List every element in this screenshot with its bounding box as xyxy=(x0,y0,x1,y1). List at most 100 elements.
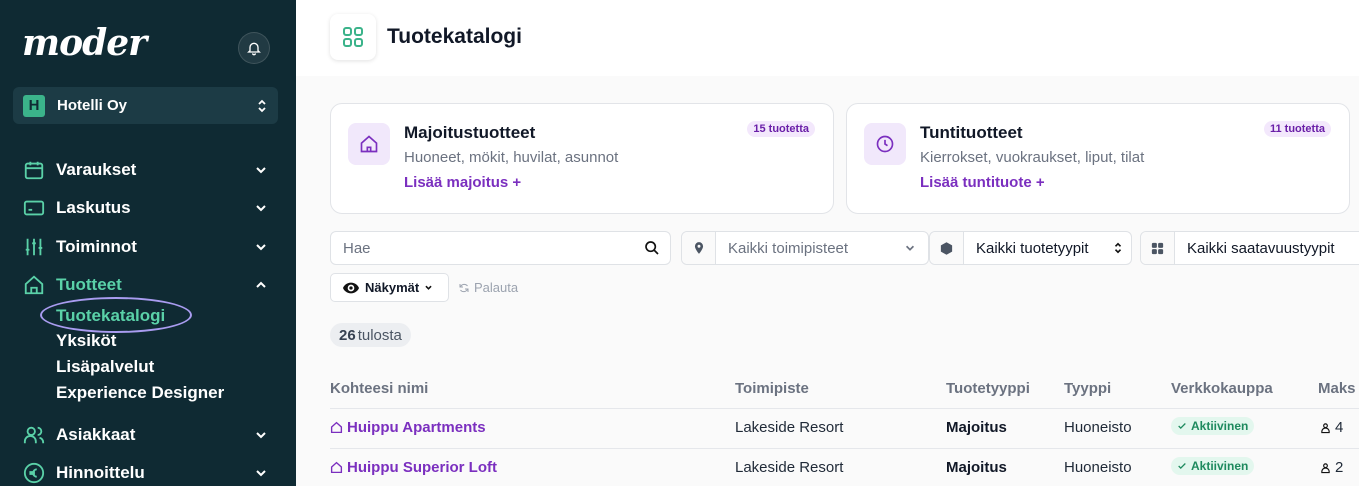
row-location: Lakeside Resort xyxy=(735,419,844,436)
page-header: Tuotekatalogi xyxy=(296,0,1359,76)
person-icon xyxy=(1321,422,1330,433)
chevron-down-icon xyxy=(256,432,266,439)
organization-name: Hotelli Oy xyxy=(57,97,128,114)
sidebar: moder H Hotelli Oy Varaukset Laskutus To… xyxy=(0,0,296,486)
home-icon xyxy=(22,273,46,297)
table-row-name-link[interactable]: Huippu Superior Loft xyxy=(330,459,497,476)
search-icon xyxy=(645,241,659,255)
column-header-location[interactable]: Toimipiste xyxy=(735,380,809,397)
cube-icon xyxy=(930,232,964,264)
chevron-down-icon xyxy=(256,167,266,174)
sidebar-item-asiakkaat[interactable]: Asiakkaat xyxy=(22,422,272,448)
availability-select-value: Kaikki saatavuustyypit xyxy=(1187,239,1335,257)
table-divider xyxy=(330,408,1359,409)
product-count-badge: 15 tuotetta xyxy=(747,121,815,137)
person-icon xyxy=(1321,462,1330,473)
grid-icon xyxy=(1141,232,1175,264)
chevron-down-icon xyxy=(425,285,432,290)
check-icon xyxy=(1178,423,1186,429)
sidebar-item-label: Asiakkaat xyxy=(56,425,136,444)
status-badge: Aktiivinen xyxy=(1171,457,1255,475)
row-product-type: Majoitus xyxy=(946,419,1007,436)
bell-icon xyxy=(247,42,261,56)
hourly-products-card[interactable]: Tuntituotteet Kierrokset, vuokraukset, l… xyxy=(846,103,1350,214)
organization-switcher[interactable]: H Hotelli Oy xyxy=(13,87,278,124)
column-header-product-type[interactable]: Tuotetyyppi xyxy=(946,380,1030,397)
product-type-select-value: Kaikki tuotetyypit xyxy=(976,239,1089,257)
add-accommodation-link[interactable]: Lisää majoitus + xyxy=(404,174,521,191)
row-type: Huoneisto xyxy=(1064,459,1132,476)
capacity-value: 2 xyxy=(1335,459,1344,476)
sidebar-item-toiminnot[interactable]: Toiminnot xyxy=(22,234,272,260)
euro-icon xyxy=(22,461,46,485)
home-icon xyxy=(330,461,343,474)
clock-icon xyxy=(864,123,906,165)
results-count: 26 xyxy=(339,326,356,344)
availability-select[interactable]: Kaikki saatavuustyypit xyxy=(1140,231,1359,265)
search-placeholder: Hae xyxy=(343,239,371,257)
search-input[interactable]: Hae xyxy=(330,231,671,265)
chevron-down-icon xyxy=(905,245,915,251)
moder-logo[interactable]: moder xyxy=(22,22,147,64)
sidebar-item-laskutus[interactable]: Laskutus xyxy=(22,195,272,221)
status-badge: Aktiivinen xyxy=(1171,417,1255,435)
reset-button[interactable]: Palauta xyxy=(458,280,518,295)
status-label: Aktiivinen xyxy=(1191,459,1249,473)
sidebar-subitem-lisapalvelut[interactable]: Lisäpalvelut xyxy=(56,355,154,379)
table-row-name-link[interactable]: Huippu Apartments xyxy=(330,419,486,436)
product-count-badge: 11 tuotetta xyxy=(1263,121,1331,137)
chevron-down-icon xyxy=(256,205,266,212)
column-header-webshop[interactable]: Verkkokauppa xyxy=(1171,380,1273,397)
main-content: Majoitustuotteet Huoneet, mökit, huvilat… xyxy=(296,76,1359,486)
column-header-max[interactable]: Maks xyxy=(1318,380,1356,397)
page-title: Tuotekatalogi xyxy=(387,25,522,48)
sidebar-item-tuotteet[interactable]: Tuotteet xyxy=(22,272,272,298)
row-capacity: 4 xyxy=(1320,419,1343,436)
chevron-up-down-icon xyxy=(1114,242,1122,254)
row-location: Lakeside Resort xyxy=(735,459,844,476)
eye-icon xyxy=(343,282,359,293)
sliders-icon xyxy=(22,235,46,259)
product-name: Huippu Superior Loft xyxy=(347,459,497,476)
organization-badge: H xyxy=(23,94,45,117)
chevron-down-icon xyxy=(256,244,266,251)
row-type: Huoneisto xyxy=(1064,419,1132,436)
reset-icon xyxy=(459,283,469,292)
grid-icon xyxy=(330,14,376,60)
credit-card-icon xyxy=(22,196,46,220)
accommodation-products-card[interactable]: Majoitustuotteet Huoneet, mökit, huvilat… xyxy=(330,103,834,214)
add-hourly-product-link[interactable]: Lisää tuntituote + xyxy=(920,174,1045,191)
row-capacity: 2 xyxy=(1320,459,1343,476)
sidebar-item-hinnoittelu[interactable]: Hinnoittelu xyxy=(22,460,272,486)
chevron-up-icon xyxy=(256,281,266,288)
sidebar-item-label: Hinnoittelu xyxy=(56,463,145,482)
views-button[interactable]: Näkymät xyxy=(330,273,449,302)
sidebar-item-label: Varaukset xyxy=(56,160,137,179)
sidebar-item-label: Laskutus xyxy=(56,198,131,217)
check-icon xyxy=(1178,463,1186,469)
table-divider xyxy=(330,448,1359,449)
sidebar-item-varaukset[interactable]: Varaukset xyxy=(22,157,272,183)
sidebar-subitem-experience-designer[interactable]: Experience Designer xyxy=(56,381,224,405)
column-header-name[interactable]: Kohteesi nimi xyxy=(330,380,428,397)
sidebar-subitem-yksikot[interactable]: Yksiköt xyxy=(56,329,116,353)
sidebar-subitem-tuotekatalogi[interactable]: Tuotekatalogi xyxy=(56,304,165,328)
sidebar-item-label: Toiminnot xyxy=(56,237,137,256)
notifications-button[interactable] xyxy=(238,32,270,64)
capacity-value: 4 xyxy=(1335,419,1344,436)
reset-label: Palauta xyxy=(474,280,519,295)
product-type-select[interactable]: Kaikki tuotetyypit xyxy=(929,231,1132,265)
sidebar-item-label: Tuotteet xyxy=(56,275,122,294)
results-count-badge: 26 tulosta xyxy=(330,323,411,347)
home-icon xyxy=(348,123,390,165)
product-name: Huippu Apartments xyxy=(347,419,486,436)
card-description: Huoneet, mökit, huvilat, asunnot xyxy=(404,149,619,166)
views-button-label: Näkymät xyxy=(365,280,420,295)
card-title: Majoitustuotteet xyxy=(404,123,536,142)
card-description: Kierrokset, vuokraukset, liput, tilat xyxy=(920,149,1145,166)
column-header-type[interactable]: Tyyppi xyxy=(1064,380,1111,397)
results-label: tulosta xyxy=(357,326,402,344)
users-icon xyxy=(22,423,46,447)
row-product-type: Majoitus xyxy=(946,459,1007,476)
location-select[interactable]: Kaikki toimipisteet xyxy=(681,231,929,265)
